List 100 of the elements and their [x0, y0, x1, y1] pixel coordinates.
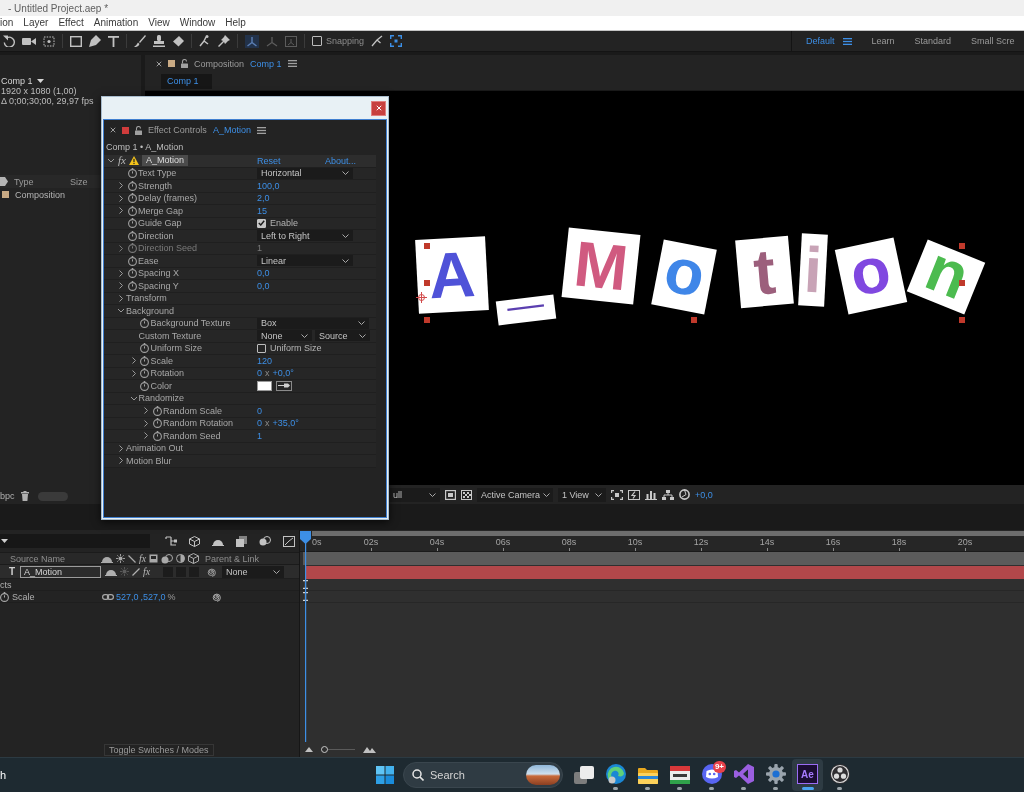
stopwatch-icon[interactable]	[152, 405, 162, 416]
about-link[interactable]: About...	[324, 155, 356, 166]
chevron-icon[interactable]	[144, 407, 148, 415]
number-value[interactable]: 1	[257, 430, 262, 441]
chevron-icon[interactable]	[119, 182, 123, 190]
brush-figure-icon[interactable]	[199, 35, 211, 47]
exposure-value[interactable]: +0,0	[695, 489, 713, 500]
chevron-icon[interactable]	[131, 357, 136, 365]
stopwatch-icon[interactable]	[127, 218, 137, 229]
stamp-icon[interactable]	[153, 35, 165, 47]
spiral-icon[interactable]	[212, 591, 222, 602]
close-icon[interactable]	[110, 127, 116, 133]
stopwatch-icon[interactable]	[127, 268, 137, 279]
resolution-dropdown[interactable]: ull	[389, 487, 440, 502]
tag-icon[interactable]	[0, 177, 8, 186]
transform-handle-icon[interactable]	[959, 243, 965, 249]
layer-name[interactable]: A_Motion	[20, 565, 101, 578]
chevron-icon[interactable]	[119, 444, 123, 452]
corner-brackets-icon[interactable]	[390, 35, 403, 47]
rotate-icon[interactable]	[3, 35, 15, 47]
menu-item[interactable]: ion	[0, 17, 14, 29]
menu-icon[interactable]	[287, 60, 297, 67]
number-value[interactable]: 15	[257, 205, 267, 216]
stopwatch-icon[interactable]	[140, 368, 149, 379]
chevron-icon[interactable]	[117, 308, 125, 313]
chevron-icon[interactable]	[119, 194, 123, 202]
taskbar-button[interactable]: 9+	[696, 759, 727, 791]
column-header[interactable]: Type	[14, 176, 64, 187]
chevron-icon[interactable]	[131, 369, 136, 377]
chevron-icon[interactable]	[119, 457, 123, 465]
chevron-icon[interactable]	[119, 282, 123, 290]
menu-item[interactable]: Help	[225, 17, 246, 29]
number-value[interactable]: 2,0	[257, 193, 270, 204]
number-value[interactable]: 0	[257, 418, 262, 429]
menu-icon[interactable]	[842, 37, 852, 45]
framed-square-icon[interactable]	[445, 489, 456, 500]
clock-icon[interactable]	[679, 489, 690, 500]
lock-icon[interactable]	[135, 125, 142, 135]
number-value[interactable]: +35,0°	[272, 418, 299, 429]
stopwatch-icon[interactable]	[140, 343, 149, 354]
transform-handle-icon[interactable]	[424, 317, 430, 323]
diamond-icon[interactable]	[172, 35, 184, 47]
dropdown[interactable]: None	[257, 330, 312, 342]
eyedropper-button[interactable]	[276, 380, 292, 391]
stacked-frames-icon[interactable]	[236, 535, 247, 547]
workspace-tab[interactable]: Standard	[914, 36, 952, 46]
stopwatch-icon[interactable]	[140, 355, 149, 366]
chain-icon[interactable]	[102, 593, 114, 600]
playhead[interactable]	[300, 531, 311, 742]
chevron-icon[interactable]	[144, 432, 148, 440]
transform-handle-icon[interactable]	[959, 280, 965, 286]
pen-icon[interactable]	[89, 35, 101, 47]
view-layout-dropdown[interactable]: 1 View	[558, 487, 606, 502]
snap-line-icon[interactable]	[371, 35, 384, 47]
mountains-icon[interactable]	[363, 746, 376, 753]
tree-icon[interactable]	[165, 536, 177, 546]
stopwatch-icon[interactable]	[127, 255, 137, 266]
stopwatch-icon[interactable]	[127, 193, 137, 204]
dropdown[interactable]: Left to Right	[257, 230, 353, 242]
checkerboard-icon[interactable]	[461, 489, 472, 500]
stopwatch-icon[interactable]	[0, 591, 9, 602]
checkbox[interactable]	[312, 36, 322, 46]
stopwatch-icon[interactable]	[152, 418, 162, 429]
workspace-tab[interactable]: Learn	[871, 36, 895, 46]
bar-chart-icon[interactable]	[645, 489, 657, 500]
transform-handle-icon[interactable]	[691, 317, 697, 323]
chevron-icon[interactable]	[107, 158, 115, 163]
dropdown[interactable]: Box	[257, 317, 369, 329]
menu-item[interactable]: View	[148, 17, 170, 29]
pushpin-icon[interactable]	[218, 35, 230, 47]
column-header[interactable]: Source Name	[0, 553, 101, 564]
composition-link[interactable]: Comp 1	[250, 58, 282, 69]
bit-depth-button[interactable]: bpc	[0, 491, 12, 501]
parent-dropdown[interactable]: None	[222, 565, 284, 578]
stopwatch-icon[interactable]	[152, 430, 162, 441]
number-value[interactable]: 0,0	[257, 268, 270, 279]
composition-tab[interactable]: Comp 1	[161, 73, 212, 89]
chevron-icon[interactable]	[119, 207, 123, 215]
column-header[interactable]: Parent & Link	[205, 553, 260, 564]
stopwatch-icon[interactable]	[140, 380, 149, 391]
brush-icon[interactable]	[134, 35, 146, 47]
search-field[interactable]	[0, 534, 150, 548]
number-value[interactable]: 0	[257, 368, 262, 379]
number-value[interactable]: 0	[257, 405, 262, 416]
small-mountain-icon[interactable]	[305, 747, 313, 752]
chevron-icon[interactable]	[144, 419, 148, 427]
camera-icon[interactable]	[22, 36, 36, 46]
overlapping-circles-icon[interactable]	[259, 536, 271, 546]
lock-icon[interactable]	[181, 59, 188, 68]
menu-item[interactable]: Layer	[23, 17, 49, 29]
dome-icon[interactable]	[105, 567, 117, 576]
effect-name[interactable]: A_Motion	[141, 155, 188, 167]
dropdown[interactable]: Source	[315, 330, 370, 342]
stopwatch-icon[interactable]	[127, 243, 137, 254]
stopwatch-icon[interactable]	[127, 280, 137, 291]
spiral-icon[interactable]	[207, 566, 217, 577]
number-value[interactable]: ,527,0	[140, 591, 166, 602]
chevron-icon[interactable]	[119, 269, 123, 277]
type-tool-icon[interactable]	[108, 35, 119, 47]
zoom-slider[interactable]	[321, 746, 355, 753]
